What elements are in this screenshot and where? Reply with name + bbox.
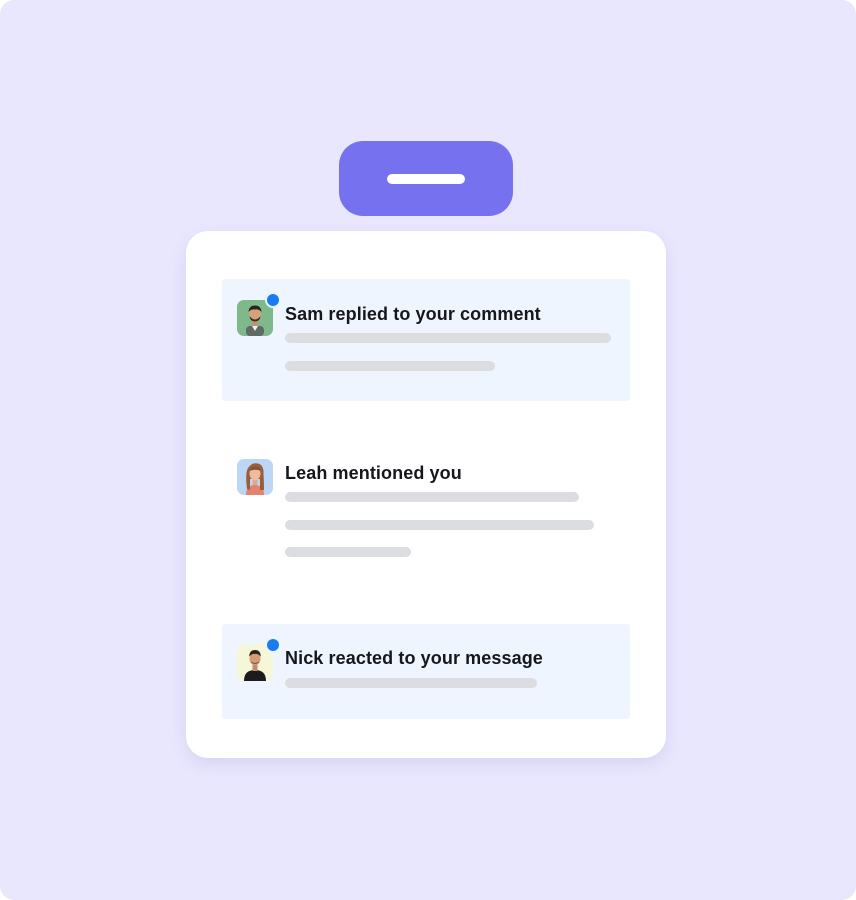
notification-title: Sam replied to your comment xyxy=(285,304,541,324)
avatar-nick xyxy=(237,639,279,681)
collapse-button[interactable] xyxy=(339,141,513,216)
notification-item-nick[interactable]: Nick reacted to your message xyxy=(222,624,630,719)
person-icon xyxy=(237,645,273,681)
notification-item-sam[interactable]: Sam replied to your comment xyxy=(222,279,630,401)
unread-dot-icon xyxy=(267,639,279,651)
text-placeholder-line xyxy=(285,361,495,371)
avatar-sam xyxy=(237,294,279,336)
minus-icon xyxy=(387,174,465,184)
notifications-panel: Sam replied to your comment Leah mention… xyxy=(186,231,666,758)
text-placeholder-line xyxy=(285,333,611,343)
text-placeholder-line xyxy=(285,520,594,530)
notification-title: Leah mentioned you xyxy=(285,463,462,483)
person-icon xyxy=(237,459,273,495)
text-placeholder-line xyxy=(285,547,411,557)
person-icon xyxy=(237,300,273,336)
text-placeholder-line xyxy=(285,492,579,502)
notification-title: Nick reacted to your message xyxy=(285,648,543,668)
notification-item-leah[interactable]: Leah mentioned you xyxy=(222,438,630,598)
text-placeholder-line xyxy=(285,678,537,688)
unread-dot-icon xyxy=(267,294,279,306)
notification-illustration: Sam replied to your comment Leah mention… xyxy=(0,0,856,900)
avatar-leah xyxy=(237,459,273,495)
